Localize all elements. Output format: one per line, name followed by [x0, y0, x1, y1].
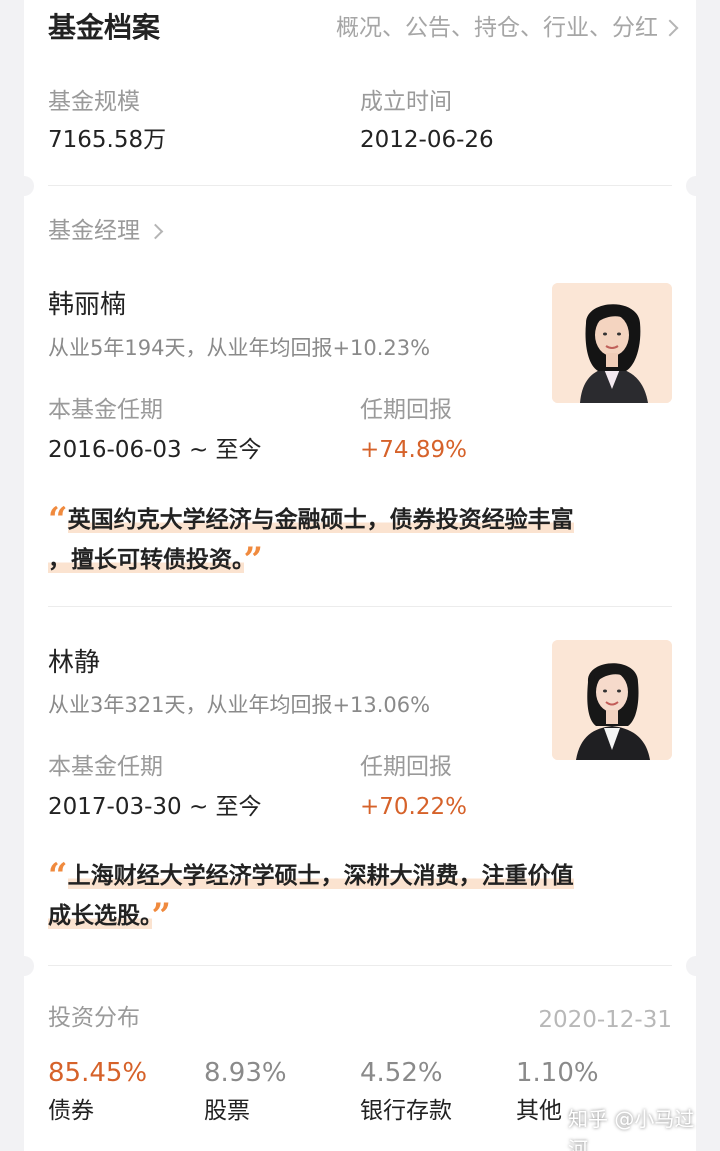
fund-size-label: 基金规模	[48, 89, 140, 115]
tenure-return-value: +74.89%	[360, 437, 467, 463]
card-notch	[686, 956, 706, 976]
allocation-percent: 8.93%	[204, 1058, 287, 1088]
tenure-value: 2017-03-30 ~ 至今	[48, 794, 262, 820]
manager-portrait-icon	[552, 640, 672, 760]
quote-line-2: 成长选股。	[48, 903, 152, 929]
tenure-return-label: 任期回报	[360, 397, 452, 423]
quote-line-1: 英国约克大学经济与金融硕士，债券投资经验丰富	[67, 507, 574, 533]
close-quote-icon: ”	[151, 896, 172, 936]
divider	[48, 965, 672, 966]
divider	[48, 606, 672, 607]
tenure-label: 本基金任期	[48, 754, 163, 780]
watermark: 知乎 @小马过河	[568, 1107, 695, 1151]
close-quote-icon: ”	[243, 540, 264, 580]
tenure-return-value: +70.22%	[360, 794, 467, 820]
card-notch	[686, 176, 706, 196]
manager-portrait-icon	[552, 283, 672, 403]
chevron-right-icon	[147, 223, 164, 239]
allocation-percent: 85.45%	[48, 1058, 148, 1088]
manager-quote: “英国约克大学经济与金融硕士，债券投资经验丰富 ，擅长可转债投资。”	[48, 500, 658, 580]
allocation-item: 85.45% 债券	[48, 1054, 198, 1130]
manager-photo	[552, 640, 672, 760]
manager-name: 韩丽楠	[48, 290, 127, 320]
allocation-name: 银行存款	[360, 1098, 452, 1124]
quote-line-1: 上海财经大学经济学硕士，深耕大消费，注重价值	[67, 863, 574, 889]
tenure-value: 2016-06-03 ~ 至今	[48, 437, 262, 463]
card-notch	[14, 176, 34, 196]
allocation-title: 投资分布	[48, 1005, 140, 1031]
founded-date-value: 2012-06-26	[360, 127, 494, 153]
allocation-item: 8.93% 股票	[204, 1054, 354, 1130]
fund-profile-links[interactable]: 概况、公告、持仓、行业、分红	[336, 8, 679, 48]
card-notch	[14, 956, 34, 976]
allocation-date: 2020-12-31	[538, 1007, 672, 1033]
open-quote-icon: “	[48, 500, 68, 540]
manager-photo	[552, 283, 672, 403]
fund-profile-links-text: 概况、公告、持仓、行业、分红	[336, 15, 658, 41]
manager-experience: 从业5年194天，从业年均回报+10.23%	[48, 336, 431, 360]
fund-manager-title: 基金经理	[48, 218, 140, 244]
chevron-right-icon	[661, 19, 679, 37]
quote-line-2: ，擅长可转债投资。	[48, 547, 244, 573]
allocation-item: 4.52% 银行存款	[360, 1054, 510, 1130]
founded-date-label: 成立时间	[360, 89, 452, 115]
fund-profile-card: 基金档案 概况、公告、持仓、行业、分红 基金规模 7165.58万 成立时间 2…	[14, 0, 706, 1151]
manager-name: 林静	[48, 648, 101, 678]
allocation-percent: 1.10%	[516, 1058, 599, 1088]
fund-manager-link[interactable]: 基金经理	[48, 214, 164, 248]
manager-experience: 从业3年321天，从业年均回报+13.06%	[48, 693, 431, 717]
section-title: 基金档案	[48, 11, 161, 44]
allocation-name: 债券	[48, 1098, 94, 1124]
divider	[48, 185, 672, 186]
allocation-name: 股票	[204, 1098, 250, 1124]
fund-size-value: 7165.58万	[48, 127, 167, 153]
manager-quote: “上海财经大学经济学硕士，深耕大消费，注重价值 成长选股。”	[48, 856, 658, 936]
open-quote-icon: “	[48, 856, 68, 896]
tenure-return-label: 任期回报	[360, 754, 452, 780]
tenure-label: 本基金任期	[48, 397, 163, 423]
allocation-percent: 4.52%	[360, 1058, 443, 1088]
